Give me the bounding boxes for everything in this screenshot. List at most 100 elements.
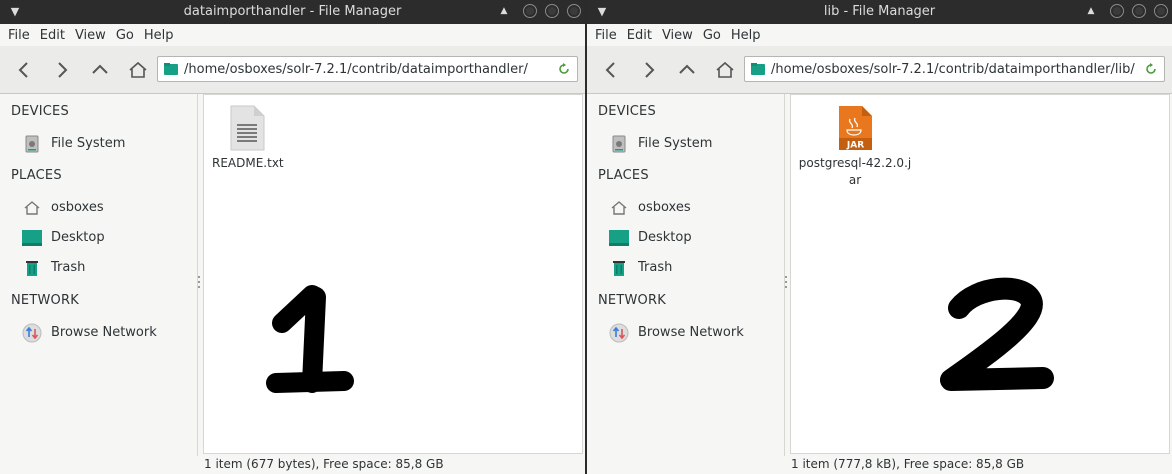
jar-file-icon: JAR xyxy=(839,106,872,151)
up-button[interactable] xyxy=(88,58,112,82)
titlebar[interactable]: ▼ dataimporthandler - File Manager ▲ xyxy=(0,0,585,24)
harddisk-icon xyxy=(612,135,626,153)
titlebar[interactable]: ▼ lib - File Manager ▲ xyxy=(587,0,1172,24)
back-button[interactable] xyxy=(12,58,36,82)
menu-help[interactable]: Help xyxy=(726,24,766,46)
sidebar-item-trash[interactable]: Trash xyxy=(22,258,192,278)
sidebar-item-label: File System xyxy=(638,136,713,151)
pane-resize-handle[interactable] xyxy=(198,276,201,290)
sidebar-item-desktop[interactable]: Desktop xyxy=(609,228,779,248)
file-item[interactable]: README.txt xyxy=(212,105,284,172)
menu-file[interactable]: File xyxy=(590,24,622,46)
maximize-button[interactable] xyxy=(545,4,559,18)
file-manager-window-2: ▼ lib - File Manager ▲ File Edit View Go… xyxy=(587,0,1172,474)
chevron-left-icon xyxy=(18,62,28,78)
home-icon xyxy=(716,61,734,78)
sidebar-item-file-system[interactable]: File System xyxy=(22,134,192,154)
menu-go[interactable]: Go xyxy=(698,24,726,46)
places-heading: PLACES xyxy=(11,168,62,183)
sidebar: DEVICES File System PLACES osboxes Deskt… xyxy=(587,94,785,456)
menu-edit[interactable]: Edit xyxy=(622,24,657,46)
home-icon xyxy=(24,201,40,215)
handwritten-number-annotation xyxy=(266,285,354,393)
sidebar-item-label: osboxes xyxy=(638,200,691,215)
devices-heading: DEVICES xyxy=(11,104,69,119)
address-bar[interactable]: /home/osboxes/solr-7.2.1/contrib/dataimp… xyxy=(744,56,1165,82)
sidebar-item-trash[interactable]: Trash xyxy=(609,258,779,278)
forward-button[interactable] xyxy=(637,58,661,82)
sidebar-item-label: Browse Network xyxy=(51,325,157,340)
address-bar[interactable]: /home/osboxes/solr-7.2.1/contrib/dataimp… xyxy=(157,56,578,82)
text-file-icon xyxy=(230,105,265,151)
file-name: README.txt xyxy=(212,156,284,170)
home-button[interactable] xyxy=(126,58,150,82)
file-name-line-2: ar xyxy=(848,173,862,187)
minimize-button[interactable] xyxy=(523,4,537,18)
trash-icon xyxy=(613,261,625,276)
file-name-line-1: postgresql-42.2.0.j xyxy=(798,156,912,170)
handwritten-number-annotation xyxy=(940,277,1054,391)
status-bar: 1 item (677 bytes), Free space: 85,8 GB xyxy=(203,456,585,474)
sidebar-item-label: Desktop xyxy=(638,230,692,245)
sidebar-item-desktop[interactable]: Desktop xyxy=(22,228,192,248)
up-button[interactable] xyxy=(675,58,699,82)
sidebar-item-home[interactable]: osboxes xyxy=(609,198,779,218)
network-heading: NETWORK xyxy=(11,293,79,308)
file-view[interactable]: README.txt xyxy=(203,94,583,454)
sidebar-item-label: File System xyxy=(51,136,126,151)
menu-view[interactable]: View xyxy=(70,24,111,46)
menubar: File Edit View Go Help xyxy=(587,24,1172,46)
reload-icon[interactable] xyxy=(557,62,571,76)
home-icon xyxy=(129,61,147,78)
shade-up-icon[interactable]: ▲ xyxy=(1084,4,1098,18)
network-heading: NETWORK xyxy=(598,293,666,308)
sidebar-item-label: Trash xyxy=(638,260,673,275)
harddisk-icon xyxy=(25,135,39,153)
home-icon xyxy=(611,201,627,215)
menu-help[interactable]: Help xyxy=(139,24,179,46)
file-manager-window-1: ▼ dataimporthandler - File Manager ▲ Fil… xyxy=(0,0,585,474)
status-bar: 1 item (777,8 kB), Free space: 85,8 GB xyxy=(790,456,1172,474)
address-path: /home/osboxes/solr-7.2.1/contrib/dataimp… xyxy=(771,62,1135,77)
pane-resize-handle[interactable] xyxy=(785,276,788,290)
desktop-icon xyxy=(22,230,42,246)
folder-icon xyxy=(751,63,765,75)
network-icon xyxy=(609,323,629,343)
sidebar-item-file-system[interactable]: File System xyxy=(609,134,779,154)
jar-icon-label: JAR xyxy=(846,141,864,151)
chevron-right-icon xyxy=(645,62,655,78)
shade-up-icon[interactable]: ▲ xyxy=(497,4,511,18)
menubar: File Edit View Go Help xyxy=(0,24,585,46)
address-path: /home/osboxes/solr-7.2.1/contrib/dataimp… xyxy=(184,62,528,77)
sidebar-item-browse-network[interactable]: Browse Network xyxy=(609,323,779,343)
home-button[interactable] xyxy=(713,58,737,82)
menu-file[interactable]: File xyxy=(3,24,35,46)
reload-icon[interactable] xyxy=(1144,62,1158,76)
sidebar-item-label: osboxes xyxy=(51,200,104,215)
devices-heading: DEVICES xyxy=(598,104,656,119)
chevron-right-icon xyxy=(58,62,68,78)
chevron-up-icon xyxy=(679,64,695,74)
folder-icon xyxy=(164,63,178,75)
file-view[interactable]: JAR postgresql-42.2.0.j ar xyxy=(790,94,1170,454)
chevron-up-icon xyxy=(92,64,108,74)
forward-button[interactable] xyxy=(50,58,74,82)
chevron-left-icon xyxy=(605,62,615,78)
minimize-button[interactable] xyxy=(1110,4,1124,18)
sidebar-item-label: Browse Network xyxy=(638,325,744,340)
maximize-button[interactable] xyxy=(1132,4,1146,18)
back-button[interactable] xyxy=(599,58,623,82)
menu-edit[interactable]: Edit xyxy=(35,24,70,46)
sidebar: DEVICES File System PLACES osboxes Deskt… xyxy=(0,94,198,456)
desktop-icon xyxy=(609,230,629,246)
menu-view[interactable]: View xyxy=(657,24,698,46)
places-heading: PLACES xyxy=(598,168,649,183)
close-button[interactable] xyxy=(567,4,581,18)
sidebar-item-home[interactable]: osboxes xyxy=(22,198,192,218)
file-item[interactable]: JAR postgresql-42.2.0.j ar xyxy=(795,105,915,189)
sidebar-item-browse-network[interactable]: Browse Network xyxy=(22,323,192,343)
close-button[interactable] xyxy=(1154,4,1168,18)
menu-go[interactable]: Go xyxy=(111,24,139,46)
network-icon xyxy=(22,323,42,343)
sidebar-item-label: Desktop xyxy=(51,230,105,245)
